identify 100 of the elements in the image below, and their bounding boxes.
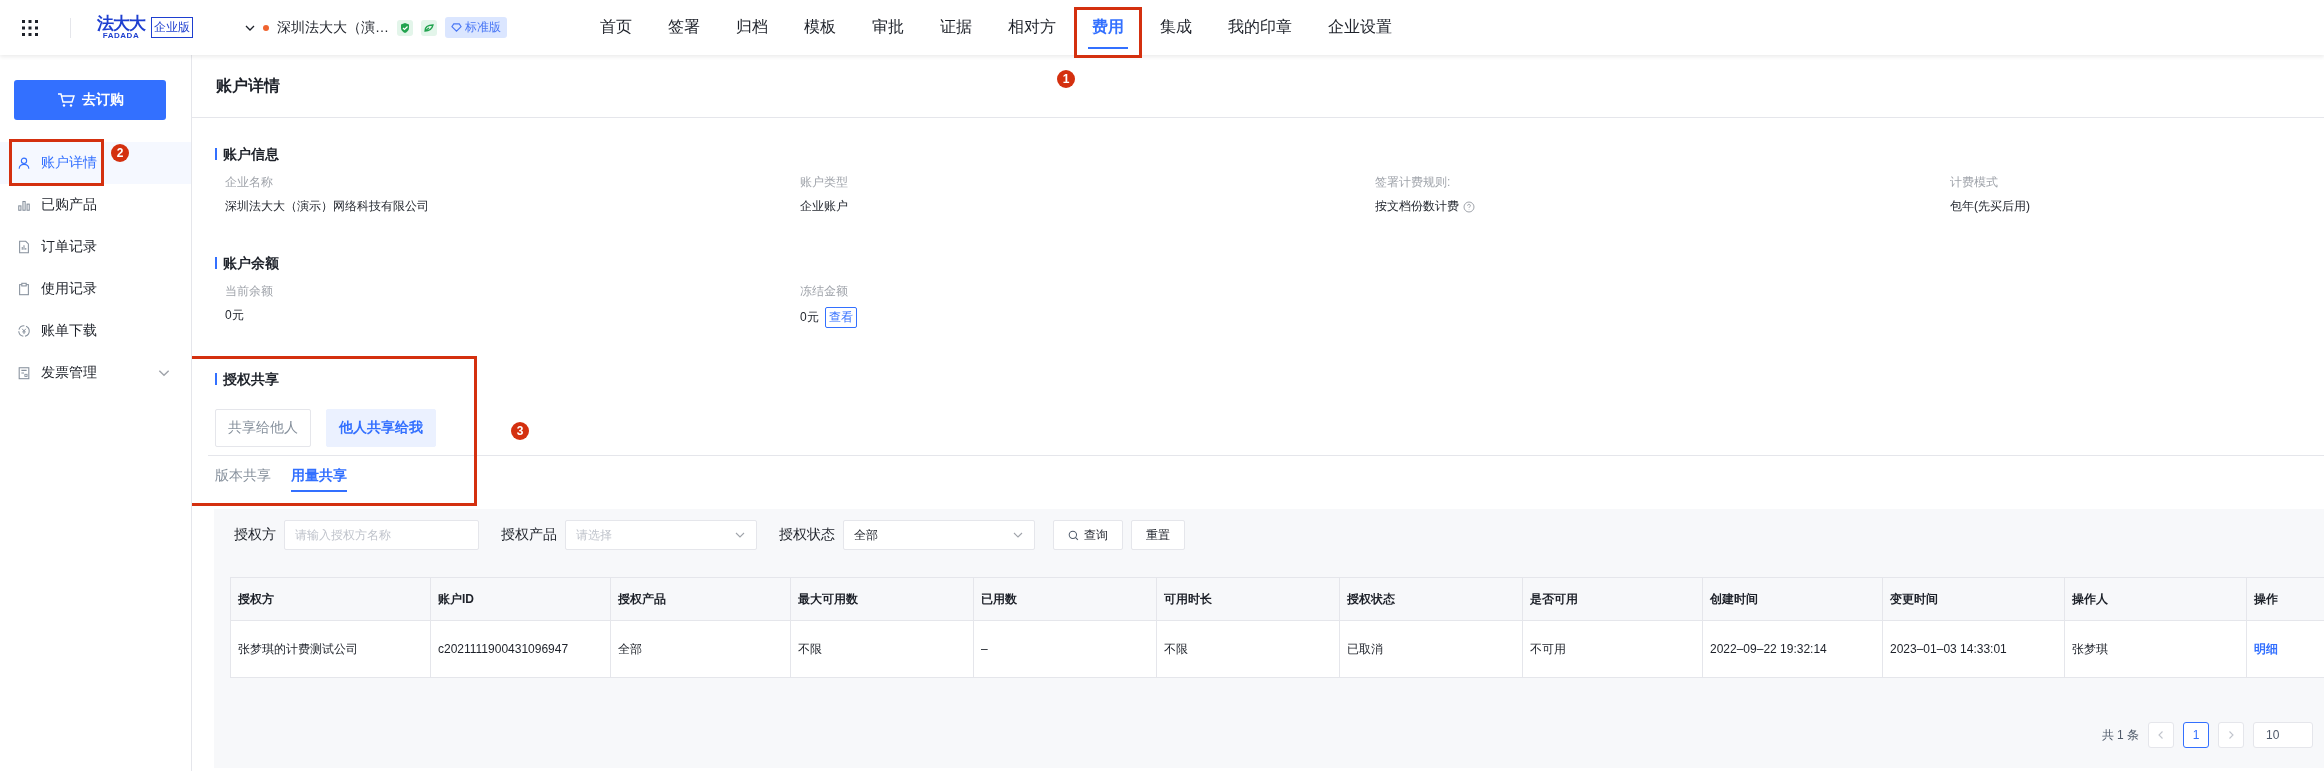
edition-tag: 企业版 <box>151 17 193 38</box>
sidebar-item[interactable]: 账单下载 <box>0 310 191 352</box>
step-badge: 2 <box>111 144 129 162</box>
section-title: 账户余额 <box>215 257 2324 269</box>
document-chart-icon <box>17 240 31 254</box>
sidebar-label: 使用记录 <box>41 280 97 298</box>
nav-tab[interactable]: 我的印章 <box>1210 0 1310 55</box>
nav-tab[interactable]: 签署 <box>650 0 718 55</box>
table-cell: 不限 <box>790 620 974 678</box>
plan-badge: 标准版 <box>445 17 507 38</box>
column-header: 可用时长 <box>1156 577 1340 621</box>
field-label: 当前余额 <box>225 283 274 300</box>
sidebar-item[interactable]: 已购产品 <box>0 184 191 226</box>
page-button[interactable]: 1 <box>2183 722 2209 748</box>
sidebar-label: 已购产品 <box>41 196 97 214</box>
field-value: 按文档份数计费 <box>1375 198 1459 215</box>
nav-tab[interactable]: 归档 <box>718 0 786 55</box>
field-label: 企业名称 <box>225 174 274 191</box>
column-header: 是否可用 <box>1522 577 1703 621</box>
chevron-right-icon <box>2226 730 2236 740</box>
field-label: 冻结金额 <box>800 283 849 300</box>
table-cell: 2022–09–22 19:32:14 <box>1702 620 1883 678</box>
coin-icon <box>17 324 31 338</box>
toggle-button[interactable]: 他人共享给我 <box>326 409 436 447</box>
status-dot <box>263 24 269 31</box>
cart-icon <box>56 92 75 108</box>
prev-page-button[interactable] <box>2148 722 2174 748</box>
field-value: 0元 <box>800 309 819 326</box>
organization-name[interactable]: 深圳法大大（演… <box>277 18 389 37</box>
sidebar-item[interactable]: 账户详情 2 <box>0 142 191 184</box>
nav-tab[interactable]: 审批 <box>854 0 922 55</box>
reset-button[interactable]: 重置 <box>1131 520 1185 550</box>
column-header: 授权产品 <box>610 577 791 621</box>
table-cell: 2023–01–03 14:33:01 <box>1882 620 2065 678</box>
sidebar-label: 发票管理 <box>41 364 97 382</box>
sidebar-label: 订单记录 <box>41 238 97 256</box>
view-button[interactable]: 查看 <box>824 307 857 328</box>
leaf-icon <box>421 19 437 36</box>
sub-tab[interactable]: 用量共享 <box>291 456 347 496</box>
table-cell: 不可用 <box>1522 620 1703 678</box>
search-icon <box>1068 529 1079 541</box>
nav-tab[interactable]: 集成 <box>1142 0 1210 55</box>
details-link[interactable]: 明细 <box>2254 641 2278 656</box>
column-header: 操作 <box>2246 577 2324 621</box>
shield-icon <box>397 19 413 36</box>
step-badge: 1 <box>1057 70 1075 88</box>
section-title: 授权共享 <box>215 373 2324 385</box>
clipboard-icon <box>17 282 31 296</box>
field-label: 签署计费规则: <box>1375 174 1452 191</box>
table-cell: 不限 <box>1156 620 1340 678</box>
column-header: 授权状态 <box>1339 577 1523 621</box>
column-header: 账户ID <box>430 577 611 621</box>
filter-label: 授权方 <box>234 526 276 544</box>
step-badge: 3 <box>511 422 529 440</box>
chevron-left-icon <box>2156 730 2166 740</box>
column-header: 操作人 <box>2064 577 2247 621</box>
filter-label: 授权状态 <box>779 526 835 544</box>
highlight-frame <box>1074 7 1142 58</box>
brand-logo: 法大大 FADADA <box>97 15 145 40</box>
search-button[interactable]: 查询 <box>1053 520 1123 550</box>
bar-chart-icon <box>17 198 31 212</box>
field-value: 包年(先买后用) <box>1950 198 2030 215</box>
column-header: 已用数 <box>973 577 1157 621</box>
table-cell: 已取消 <box>1339 620 1523 678</box>
table-cell: c2021111900431096947 <box>430 620 611 678</box>
nav-tab[interactable]: 首页 <box>582 0 650 55</box>
table-cell: 张梦琪的计费测试公司 <box>230 620 431 678</box>
table-cell: – <box>973 620 1157 678</box>
sidebar-item[interactable]: 使用记录 <box>0 268 191 310</box>
table-cell: 全部 <box>610 620 791 678</box>
section-title: 账户信息 <box>215 148 2324 160</box>
sidebar-item[interactable]: 发票管理 <box>0 352 191 394</box>
column-header: 授权方 <box>230 577 431 621</box>
field-value: 企业账户 <box>800 198 848 215</box>
sidebar-item[interactable]: 订单记录 <box>0 226 191 268</box>
nav-tab[interactable]: 证据 <box>922 0 990 55</box>
field-value: 深圳法大大（演示）网络科技有限公司 <box>225 198 429 215</box>
user-icon <box>17 156 31 170</box>
sidebar-label: 账户详情 <box>41 154 97 172</box>
field-label: 计费模式 <box>1950 174 1999 191</box>
column-header: 创建时间 <box>1702 577 1883 621</box>
diamond-icon <box>451 22 462 33</box>
column-header: 最大可用数 <box>790 577 974 621</box>
page-size-select[interactable]: 10 <box>2253 722 2313 748</box>
total-count: 共 1 条 <box>2101 726 2139 744</box>
invoice-icon <box>17 366 31 380</box>
select-field[interactable]: 全部 <box>843 520 1035 550</box>
nav-tab[interactable]: 企业设置 <box>1310 0 1410 55</box>
filter-label: 授权产品 <box>501 526 557 544</box>
buy-button[interactable]: 去订购 <box>14 80 166 120</box>
field-label: 账户类型 <box>800 174 849 191</box>
nav-tab[interactable]: 相对方 <box>990 0 1074 55</box>
field-value: 0元 <box>225 307 244 324</box>
help-icon[interactable] <box>1463 200 1475 213</box>
column-header: 变更时间 <box>1882 577 2065 621</box>
next-page-button[interactable] <box>2218 722 2244 748</box>
apps-grid-icon[interactable] <box>20 17 40 38</box>
sidebar-label: 账单下载 <box>41 322 97 340</box>
table-cell: 张梦琪 <box>2064 620 2247 678</box>
nav-tab[interactable]: 模板 <box>786 0 854 55</box>
